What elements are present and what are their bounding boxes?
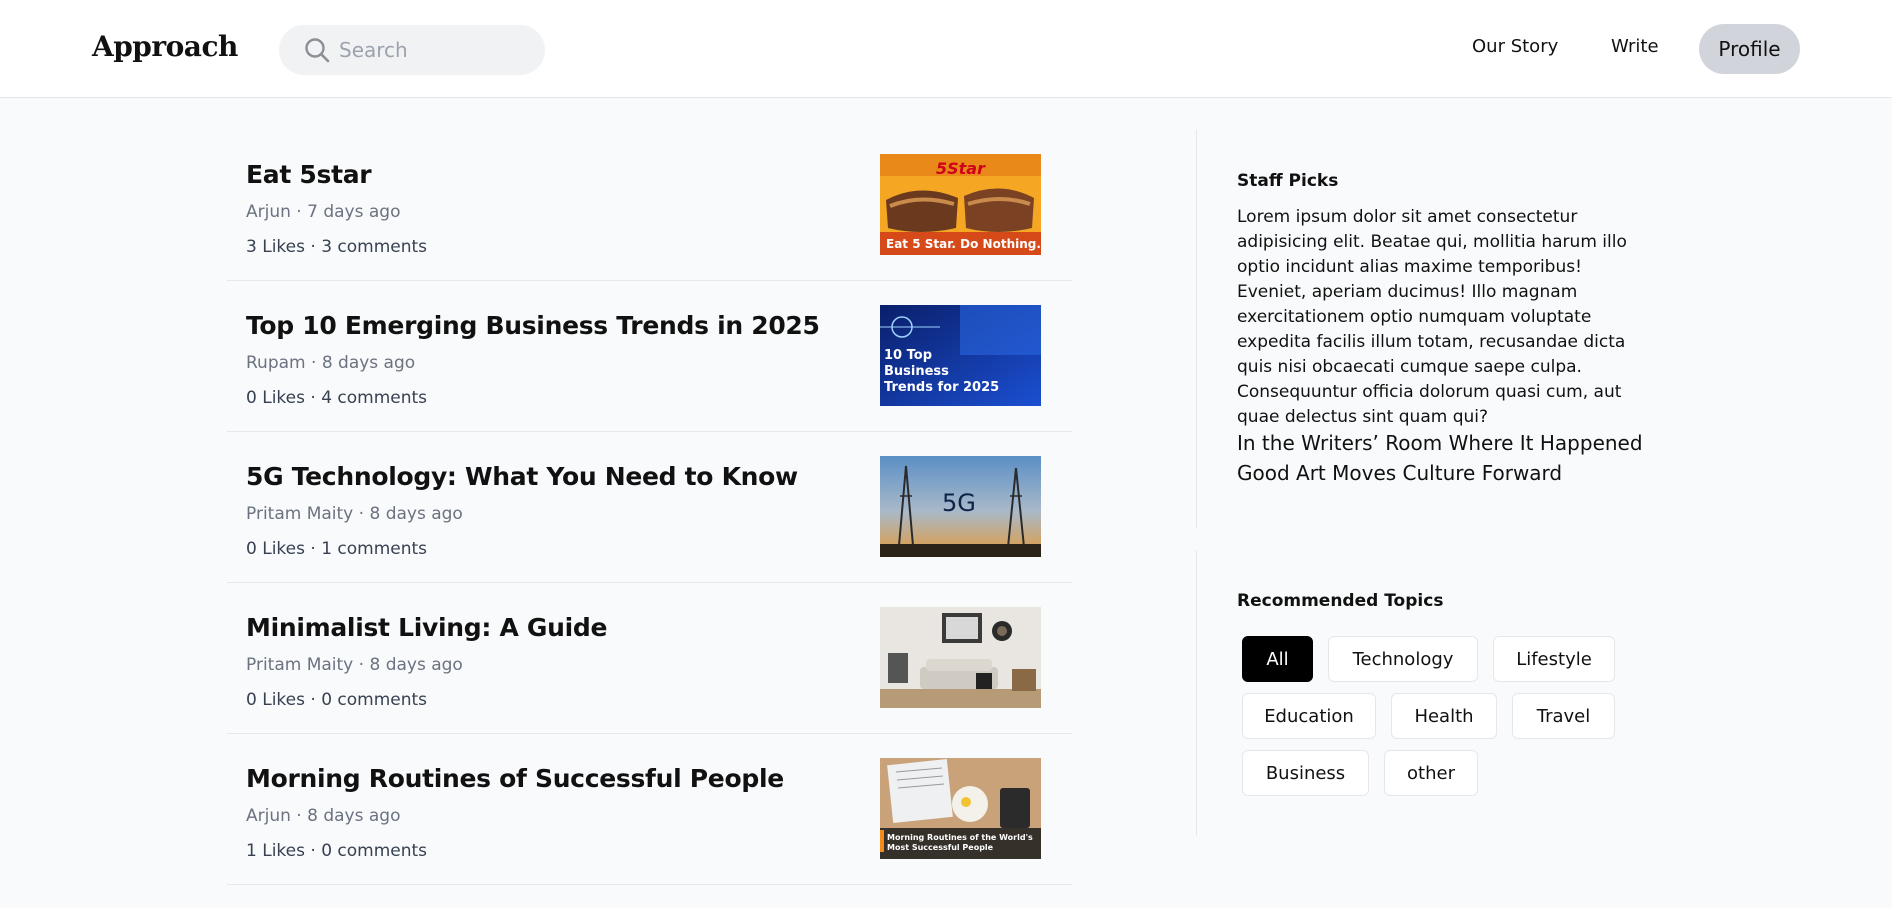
article-card[interactable]: Morning Routines of Successful People Ar… bbox=[227, 734, 1072, 885]
article-thumbnail[interactable] bbox=[880, 607, 1041, 708]
article-comments: 0 comments bbox=[321, 690, 428, 710]
article-time: 8 days ago bbox=[369, 504, 463, 524]
nav-our-story[interactable]: Our Story bbox=[1472, 36, 1558, 57]
search-icon bbox=[305, 38, 330, 63]
article-author: Pritam Maity bbox=[246, 504, 354, 524]
article-stats: 1 Likes · 0 comments bbox=[246, 841, 428, 861]
sidebar-divider bbox=[1196, 550, 1197, 836]
topic-chip-technology[interactable]: Technology bbox=[1328, 636, 1478, 682]
staff-picks-heading: Staff Picks bbox=[1237, 171, 1339, 191]
article-meta: Rupam · 8 days ago bbox=[246, 353, 416, 373]
staff-picks-text: Lorem ipsum dolor sit amet consectetur a… bbox=[1237, 207, 1627, 427]
article-likes: 1 Likes bbox=[246, 841, 305, 861]
thumb-brand-text: 5Star bbox=[936, 159, 986, 178]
article-likes: 0 Likes bbox=[246, 388, 305, 408]
5g-towers-image: 5G bbox=[880, 456, 1041, 557]
topic-chip-other[interactable]: other bbox=[1384, 750, 1478, 796]
article-meta: Pritam Maity · 8 days ago bbox=[246, 504, 463, 524]
article-author: Pritam Maity bbox=[246, 655, 354, 675]
topic-chip-health[interactable]: Health bbox=[1391, 693, 1497, 739]
nav-write[interactable]: Write bbox=[1611, 36, 1659, 57]
article-meta: Arjun · 7 days ago bbox=[246, 202, 401, 222]
thumb-line-1: 10 Top bbox=[884, 348, 932, 363]
topic-chip-all[interactable]: All bbox=[1242, 636, 1313, 682]
staff-pick-link[interactable]: In the Writers’ Room Where It Happened bbox=[1237, 431, 1643, 455]
article-stats: 0 Likes · 1 comments bbox=[246, 539, 428, 559]
article-likes: 0 Likes bbox=[246, 690, 305, 710]
article-card[interactable]: 5G Technology: What You Need to Know Pri… bbox=[227, 432, 1072, 583]
topic-chip-travel[interactable]: Travel bbox=[1512, 693, 1615, 739]
article-time: 8 days ago bbox=[369, 655, 463, 675]
living-room-image bbox=[880, 607, 1041, 708]
topic-chip-business[interactable]: Business bbox=[1242, 750, 1369, 796]
article-stats: 0 Likes · 4 comments bbox=[246, 388, 428, 408]
article-time: 8 days ago bbox=[321, 353, 416, 373]
thumb-line-2: Most Successful People bbox=[887, 843, 994, 852]
article-thumbnail[interactable]: 5Star Eat 5 Star. Do Nothing. bbox=[880, 154, 1041, 255]
business-trends-image: 10 Top Business Trends for 2025 bbox=[880, 305, 1041, 406]
article-title[interactable]: Top 10 Emerging Business Trends in 2025 bbox=[246, 311, 820, 340]
topic-chip-education[interactable]: Education bbox=[1242, 693, 1376, 739]
search-box[interactable] bbox=[279, 25, 545, 75]
article-card[interactable]: Minimalist Living: A Guide Pritam Maity … bbox=[227, 583, 1072, 734]
article-meta: Arjun · 8 days ago bbox=[246, 806, 401, 826]
article-comments: 3 comments bbox=[321, 237, 428, 257]
thumb-slogan-text: Eat 5 Star. Do Nothing. bbox=[886, 237, 1041, 251]
article-time: 8 days ago bbox=[307, 806, 401, 826]
article-title[interactable]: Eat 5star bbox=[246, 160, 372, 189]
top-header: Approach Our Story Write Profile bbox=[0, 0, 1892, 98]
article-thumbnail[interactable]: Morning Routines of the World's Most Suc… bbox=[880, 758, 1041, 859]
article-title[interactable]: Morning Routines of Successful People bbox=[246, 764, 784, 793]
thumb-5g-text: 5G bbox=[942, 489, 976, 517]
article-likes: 3 Likes bbox=[246, 237, 305, 257]
article-author: Arjun bbox=[246, 202, 291, 222]
article-likes: 0 Likes bbox=[246, 539, 305, 559]
article-card[interactable]: Top 10 Emerging Business Trends in 2025 … bbox=[227, 281, 1072, 432]
article-title[interactable]: Minimalist Living: A Guide bbox=[246, 613, 607, 642]
article-author: Rupam bbox=[246, 353, 306, 373]
article-stats: 3 Likes · 3 comments bbox=[246, 237, 428, 257]
thumb-line-3: Trends for 2025 bbox=[884, 380, 999, 395]
article-thumbnail[interactable]: 10 Top Business Trends for 2025 bbox=[880, 305, 1041, 406]
topic-chip-lifestyle[interactable]: Lifestyle bbox=[1493, 636, 1615, 682]
search-input[interactable] bbox=[339, 35, 529, 65]
site-logo[interactable]: Approach bbox=[92, 30, 238, 63]
recommended-topics-heading: Recommended Topics bbox=[1237, 591, 1444, 611]
sidebar-divider bbox=[1196, 130, 1197, 528]
article-thumbnail[interactable]: 5G bbox=[880, 456, 1041, 557]
breakfast-table-image: Morning Routines of the World's Most Suc… bbox=[880, 758, 1041, 859]
thumb-line-2: Business bbox=[884, 364, 949, 379]
chocolate-bar-image: 5Star Eat 5 Star. Do Nothing. bbox=[880, 154, 1041, 255]
article-author: Arjun bbox=[246, 806, 291, 826]
thumb-line-1: Morning Routines of the World's bbox=[887, 833, 1033, 842]
profile-button[interactable]: Profile bbox=[1699, 24, 1800, 74]
article-stats: 0 Likes · 0 comments bbox=[246, 690, 428, 710]
article-time: 7 days ago bbox=[307, 202, 401, 222]
article-title[interactable]: 5G Technology: What You Need to Know bbox=[246, 462, 798, 491]
article-feed: Eat 5star Arjun · 7 days ago 3 Likes · 3… bbox=[227, 130, 1072, 885]
article-card[interactable]: Eat 5star Arjun · 7 days ago 3 Likes · 3… bbox=[227, 130, 1072, 281]
article-meta: Pritam Maity · 8 days ago bbox=[246, 655, 463, 675]
article-comments: 0 comments bbox=[321, 841, 428, 861]
article-comments: 4 comments bbox=[321, 388, 428, 408]
article-comments: 1 comments bbox=[321, 539, 428, 559]
staff-pick-link[interactable]: Good Art Moves Culture Forward bbox=[1237, 461, 1562, 485]
